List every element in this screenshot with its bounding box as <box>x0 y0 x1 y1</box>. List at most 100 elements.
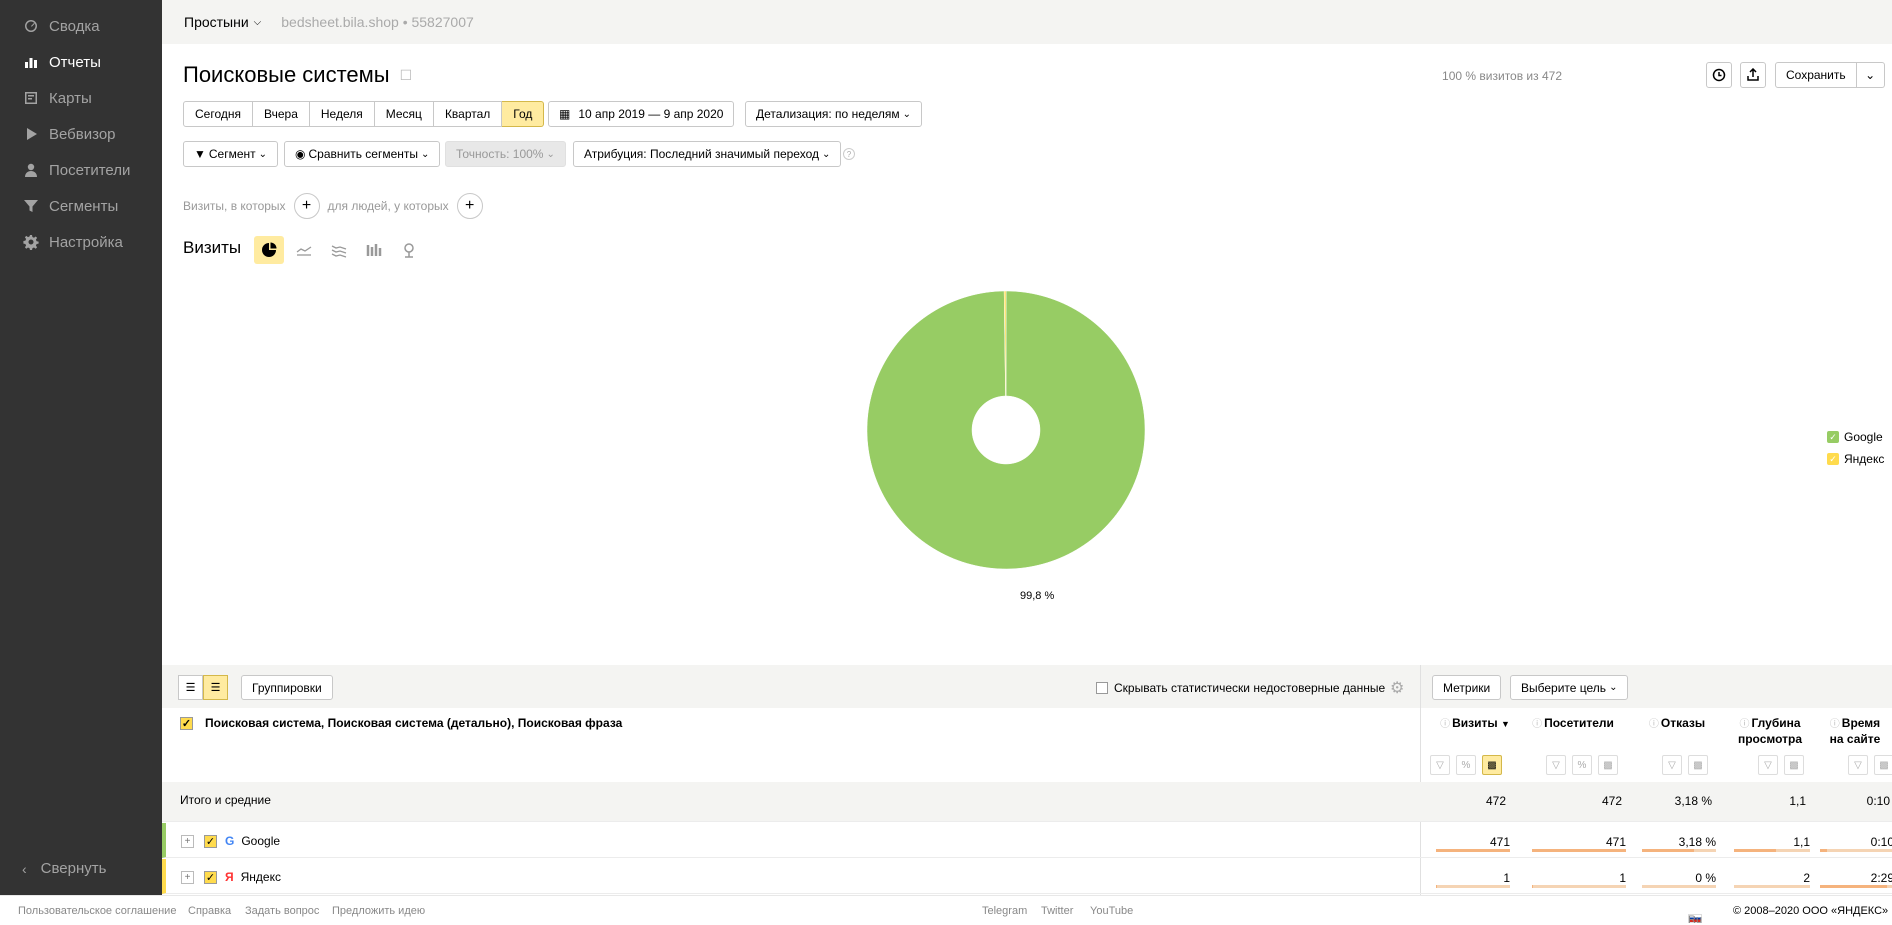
add-visit-filter-button[interactable]: + <box>293 193 320 219</box>
detail-text: Детализация: по неделям <box>756 107 900 121</box>
bar-chart-icon[interactable]: ▩ <box>1688 755 1708 775</box>
table-cell: 1 <box>1503 871 1510 885</box>
filter-icon[interactable]: ▽ <box>1758 755 1778 775</box>
language-label: Ru <box>1688 914 1703 925</box>
detail-select[interactable]: Детализация: по неделям ⌄ <box>745 101 923 127</box>
date-range-button[interactable]: ▦ 10 апр 2019 — 9 апр 2020 <box>548 101 735 127</box>
period-month[interactable]: Месяц <box>374 101 434 127</box>
footer-link-help[interactable]: Справка <box>188 905 231 917</box>
filter-icon[interactable]: ▽ <box>1430 755 1450 775</box>
checkbox-checked[interactable]: ✓ <box>204 870 217 884</box>
help-icon: ⓘ <box>1739 719 1750 730</box>
filter-icon[interactable]: ▽ <box>1848 755 1868 775</box>
sidebar-item-visitors[interactable]: Посетители <box>0 152 162 188</box>
row-label: Google <box>241 834 281 848</box>
help-icon[interactable]: ? <box>843 148 855 160</box>
bar-chart-icon[interactable]: ▩ <box>1482 755 1502 775</box>
list-view-button[interactable]: ☰ <box>178 675 203 700</box>
percent-icon[interactable]: % <box>1456 755 1476 775</box>
segment-button[interactable]: ▼ Сегмент ⌄ <box>183 141 279 167</box>
tree-view-button[interactable]: ☰ <box>203 675 228 700</box>
collapse-sidebar-button[interactable]: ‹ Свернуть <box>22 860 106 877</box>
sidebar-item-reports[interactable]: Отчеты <box>0 44 162 80</box>
metrics-button[interactable]: Метрики <box>1432 675 1502 700</box>
filter-icon[interactable]: ▽ <box>1662 755 1682 775</box>
row-dimension: + ✓ G Google <box>181 834 280 848</box>
column-label-2: на сайте <box>1829 732 1881 746</box>
filter-icon[interactable]: ▽ <box>1546 755 1566 775</box>
export-button[interactable] <box>1740 62 1766 88</box>
checkbox[interactable] <box>1096 682 1108 694</box>
expand-icon[interactable]: + <box>181 834 194 848</box>
calendar-icon: ▦ <box>559 107 571 121</box>
value-bar <box>1820 849 1892 852</box>
footer-link-idea[interactable]: Предложить идею <box>332 905 425 917</box>
bar-chart-icon[interactable]: ▩ <box>1874 755 1892 775</box>
period-week[interactable]: Неделя <box>309 101 375 127</box>
column-header-visitors[interactable]: ⓘ Посетители <box>1528 716 1618 732</box>
chart-type-pie[interactable] <box>254 236 284 264</box>
add-people-filter-button[interactable]: + <box>456 193 483 219</box>
period-today[interactable]: Сегодня <box>183 101 253 127</box>
funnel-icon: ▼ <box>194 147 206 161</box>
column-header-depth[interactable]: ⓘ Глубина просмотра <box>1730 716 1810 747</box>
tree-icon: ☰ <box>210 682 221 694</box>
chart-type-area[interactable] <box>324 236 354 264</box>
value-bar-fill <box>1734 849 1776 852</box>
column-header-bounces[interactable]: ⓘ Отказы <box>1642 716 1712 732</box>
chart-type-map[interactable] <box>394 236 424 264</box>
accuracy-select[interactable]: Точность: 100% ⌄ <box>445 141 566 167</box>
footer-link-twitter[interactable]: Twitter <box>1041 905 1073 917</box>
gauge-icon <box>22 17 40 35</box>
goal-label: Выберите цель <box>1521 680 1607 695</box>
help-icon: ⓘ <box>1532 719 1543 730</box>
clock-icon <box>1712 68 1726 82</box>
sidebar-item-maps[interactable]: Карты <box>0 80 162 116</box>
column-header-time[interactable]: ⓘ Время на сайте <box>1818 716 1892 747</box>
value-bar <box>1436 885 1510 888</box>
footer-link-ask[interactable]: Задать вопрос <box>245 905 319 917</box>
expand-icon[interactable]: + <box>181 870 194 884</box>
chart-type-switcher <box>254 236 429 264</box>
counter-select[interactable]: Простыни ⌵ <box>184 14 261 30</box>
sidebar-item-webvisor[interactable]: Вебвизор <box>0 116 162 152</box>
save-menu-button[interactable]: ⌄ <box>1856 62 1885 88</box>
table-row[interactable]: + ✓ G Google 471 471 3,18 % 1,1 0:10 <box>162 823 1892 858</box>
history-button[interactable] <box>1706 62 1732 88</box>
footer-link-agreement[interactable]: Пользовательское соглашение <box>18 905 176 917</box>
legend-item-google[interactable]: ✓ Google <box>1827 426 1884 448</box>
value-bar <box>1820 885 1892 888</box>
chevron-down-icon: ⌄ <box>258 148 268 160</box>
copyright: © 2008–2020 ООО «ЯНДЕКС» <box>1733 905 1889 917</box>
legend-item-yandex[interactable]: ✓ Яндекс <box>1827 448 1884 470</box>
attribution-select[interactable]: Атрибуция: Последний значимый переход ⌄ <box>573 141 842 167</box>
footer-link-telegram[interactable]: Telegram <box>982 905 1027 917</box>
column-header-visits[interactable]: ⓘ Визиты ▼ <box>1440 716 1510 732</box>
sidebar-item-summary[interactable]: Сводка <box>0 8 162 44</box>
table-row[interactable]: + ✓ Я Яндекс 1 1 0 % 2 2:29 <box>162 859 1892 894</box>
visitors-column-tools: ▽ % ▩ <box>1540 755 1618 775</box>
chart-type-bar[interactable] <box>359 236 389 264</box>
compare-segments-button[interactable]: ◉ Сравнить сегменты ⌄ <box>284 141 441 167</box>
percent-icon[interactable]: % <box>1572 755 1592 775</box>
bar-chart-icon[interactable]: ▩ <box>1598 755 1618 775</box>
checkbox-checked[interactable]: ✓ <box>180 716 193 730</box>
period-quarter[interactable]: Квартал <box>433 101 503 127</box>
groupings-button[interactable]: Группировки <box>241 675 333 700</box>
sidebar-item-settings[interactable]: Настройка <box>0 224 162 260</box>
period-year[interactable]: Год <box>502 101 545 127</box>
footer-link-youtube[interactable]: YouTube <box>1090 905 1133 917</box>
chart-type-line[interactable] <box>289 236 319 264</box>
bookmark-icon[interactable]: ☐ <box>400 67 413 84</box>
period-yesterday[interactable]: Вчера <box>253 101 310 127</box>
hide-unreliable-toggle[interactable]: Скрывать статистически недостоверные дан… <box>1096 681 1385 695</box>
table-cell: 1,1 <box>1793 835 1810 849</box>
bar-chart-icon[interactable]: ▩ <box>1784 755 1804 775</box>
gear-icon[interactable]: ⚙ <box>1390 678 1404 698</box>
save-button[interactable]: Сохранить <box>1775 62 1857 88</box>
goal-select[interactable]: Выберите цель ⌄ <box>1510 675 1629 700</box>
bar-chart-icon <box>22 53 40 71</box>
checkbox-checked[interactable]: ✓ <box>204 834 217 848</box>
hide-unreliable-label: Скрывать статистически недостоверные дан… <box>1114 681 1386 695</box>
sidebar-item-segments[interactable]: Сегменты <box>0 188 162 224</box>
